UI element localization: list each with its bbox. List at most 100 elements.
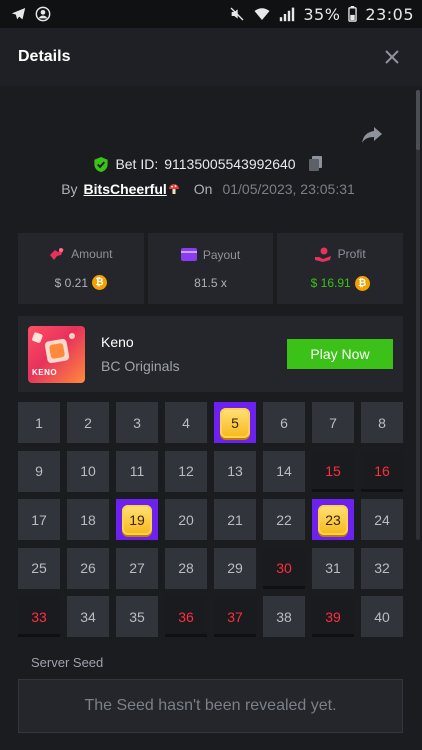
amount-label: Amount — [71, 247, 113, 261]
keno-cell-8[interactable]: 8 — [361, 402, 403, 443]
keno-cell-12[interactable]: 12 — [165, 450, 207, 492]
keno-cell-40[interactable]: 40 — [361, 596, 403, 637]
keno-cell-number: 36 — [178, 608, 194, 625]
keno-cell-21[interactable]: 21 — [214, 499, 256, 540]
keno-cell-27[interactable]: 27 — [116, 547, 158, 589]
keno-cell-23[interactable]: 23 — [312, 499, 354, 540]
keno-cell-6[interactable]: 6 — [263, 402, 305, 443]
keno-cell-16[interactable]: 16 — [361, 450, 403, 492]
keno-thumbnail[interactable]: KENO — [28, 325, 85, 383]
keno-cell-18[interactable]: 18 — [67, 499, 109, 540]
keno-cell-26[interactable]: 26 — [67, 547, 109, 589]
profit-label: Profit — [337, 247, 366, 261]
amount-label-row: Amount — [49, 247, 113, 261]
amount-icon — [50, 248, 65, 260]
telegram-icon — [11, 8, 26, 20]
keno-cell-number: 6 — [280, 414, 288, 431]
amount-value-row: $ 0.21 ₿ — [54, 275, 108, 290]
keno-cell-5[interactable]: 5 — [214, 402, 256, 443]
keno-cell-36[interactable]: 36 — [165, 596, 207, 637]
keno-cell-number: 35 — [129, 608, 145, 625]
keno-cell-35[interactable]: 35 — [116, 596, 158, 637]
keno-cell-11[interactable]: 11 — [116, 450, 158, 492]
keno-cell-number: 4 — [182, 414, 190, 431]
keno-cell-number: 11 — [129, 463, 145, 479]
game-name[interactable]: Keno — [101, 334, 287, 350]
thumbnail-label: KENO — [32, 367, 58, 377]
keno-cell-3[interactable]: 3 — [116, 402, 158, 443]
keno-cell-17[interactable]: 17 — [18, 499, 60, 540]
status-left — [10, 6, 51, 22]
share-icon[interactable] — [360, 124, 384, 146]
keno-cell-number: 21 — [227, 511, 243, 528]
keno-cell-number: 37 — [227, 608, 243, 625]
keno-cell-15[interactable]: 15 — [312, 450, 354, 492]
keno-cell-number: 38 — [276, 608, 292, 625]
bitcoin-icon: ₿ — [92, 275, 108, 290]
keno-cell-38[interactable]: 38 — [263, 596, 305, 637]
shield-check-icon — [94, 156, 109, 172]
keno-cell-22[interactable]: 22 — [263, 499, 305, 540]
keno-cell-number: 26 — [80, 560, 96, 576]
keno-cell-number: 15 — [325, 463, 341, 479]
copy-icon[interactable] — [308, 156, 323, 172]
keno-cell-number: 13 — [227, 463, 243, 479]
keno-cell-number: 5 — [231, 414, 239, 431]
keno-cell-number: 27 — [129, 560, 145, 576]
status-right: 35% 23:05 — [229, 5, 414, 24]
keno-cell-number: 8 — [378, 414, 386, 431]
details-header: Details — [0, 28, 422, 86]
keno-cell-number: 32 — [374, 560, 390, 576]
keno-cell-28[interactable]: 28 — [165, 547, 207, 589]
clock: 23:05 — [365, 4, 414, 24]
account-icon — [35, 6, 51, 22]
keno-cell-number: 3 — [133, 414, 141, 431]
keno-cell-34[interactable]: 34 — [67, 596, 109, 637]
keno-cell-13[interactable]: 13 — [214, 450, 256, 492]
keno-cell-20[interactable]: 20 — [165, 499, 207, 540]
keno-cell-30[interactable]: 30 — [263, 547, 305, 589]
keno-cell-number: 24 — [374, 511, 390, 528]
game-info: Keno BC Originals — [101, 334, 287, 374]
keno-cell-19[interactable]: 19 — [116, 499, 158, 540]
keno-cell-10[interactable]: 10 — [67, 450, 109, 492]
keno-cell-39[interactable]: 39 — [312, 596, 354, 637]
username-link[interactable]: BitsCheerful — [84, 181, 167, 197]
keno-cell-4[interactable]: 4 — [165, 402, 207, 443]
profit-label-row: Profit — [314, 247, 366, 262]
keno-cell-number: 29 — [227, 560, 243, 576]
keno-cell-24[interactable]: 24 — [361, 499, 403, 540]
keno-cell-37[interactable]: 37 — [214, 596, 256, 637]
keno-cell-2[interactable]: 2 — [67, 402, 109, 443]
wallet-icon — [180, 248, 197, 261]
keno-cell-25[interactable]: 25 — [18, 547, 60, 589]
close-button[interactable] — [382, 47, 402, 67]
bet-date: 01/05/2023, 23:05:31 — [222, 181, 355, 197]
keno-hit-gem: 5 — [220, 407, 250, 438]
keno-cell-14[interactable]: 14 — [263, 450, 305, 492]
profit-value: $ 16.91 — [310, 276, 351, 290]
bet-owner-row: By BitsCheerful On 01/05/2023, 23:05:31 — [0, 178, 416, 200]
keno-cell-32[interactable]: 32 — [361, 547, 403, 589]
keno-cell-31[interactable]: 31 — [312, 547, 354, 589]
battery-percent: 35% — [303, 4, 341, 24]
keno-cell-7[interactable]: 7 — [312, 402, 354, 443]
keno-cell-1[interactable]: 1 — [18, 402, 60, 443]
keno-cell-number: 39 — [325, 608, 341, 625]
keno-cell-number: 18 — [80, 511, 96, 528]
bitcoin-icon: ₿ — [354, 275, 370, 291]
payout-value-row: 81.5 x — [194, 276, 227, 290]
close-icon — [385, 50, 399, 64]
profit-value-row: $ 16.91 ₿ — [310, 275, 370, 291]
play-now-button[interactable]: Play Now — [287, 339, 393, 369]
amount-value: $ 0.21 — [54, 275, 89, 290]
on-label: On — [193, 181, 213, 197]
keno-cell-number: 9 — [35, 463, 43, 479]
keno-cell-29[interactable]: 29 — [214, 547, 256, 589]
server-seed-label: Server Seed — [31, 655, 104, 670]
scrollbar[interactable] — [416, 90, 420, 540]
keno-cell-9[interactable]: 9 — [18, 450, 60, 492]
wifi-icon — [254, 8, 270, 20]
bet-id-row: Bet ID: 91135005543992640 — [0, 153, 416, 175]
keno-cell-33[interactable]: 33 — [18, 596, 60, 637]
